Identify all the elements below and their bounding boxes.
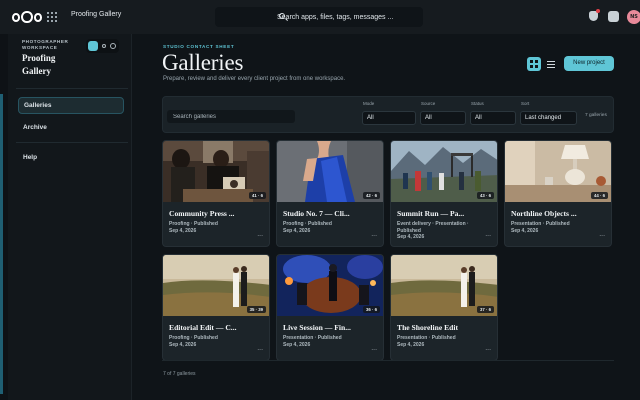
sidebar-item-archive[interactable]: Archive bbox=[18, 119, 124, 136]
gallery-meta: Proofing · Published bbox=[283, 221, 332, 227]
app-title[interactable]: Proofing Gallery bbox=[71, 11, 121, 18]
new-project-button[interactable]: New project bbox=[564, 56, 614, 71]
sidebar-divider bbox=[16, 88, 128, 89]
grid-view-icon[interactable] bbox=[527, 57, 541, 71]
gallery-card[interactable]: 42 · 6 Studio No. 7 — Cli... Proofing · … bbox=[276, 140, 384, 247]
more-options-icon[interactable]: ··· bbox=[257, 348, 263, 354]
view-toggle bbox=[526, 56, 560, 72]
gallery-card[interactable]: 35 · 39 Editorial Edit — C... Proofing ·… bbox=[162, 254, 270, 361]
sort-select[interactable]: Last changed bbox=[520, 111, 577, 125]
left-edge bbox=[0, 34, 8, 400]
gallery-title[interactable]: Studio No. 7 — Cli... bbox=[283, 209, 381, 218]
more-options-icon[interactable]: ··· bbox=[485, 348, 491, 354]
list-view-icon[interactable] bbox=[544, 57, 558, 71]
sun-icon[interactable] bbox=[102, 44, 106, 48]
image-count-badge: 42 · 6 bbox=[363, 192, 380, 199]
sort-label: Sort bbox=[521, 101, 530, 106]
source-filter-label: Source bbox=[421, 101, 436, 106]
gallery-title[interactable]: Community Press ... bbox=[169, 209, 267, 218]
gallery-meta: Presentation · Published bbox=[511, 221, 570, 227]
gallery-meta: Proofing · Published bbox=[169, 335, 218, 341]
gallery-card[interactable]: 37 · 6 The Shoreline Edit Presentation ·… bbox=[390, 254, 498, 361]
image-count-badge: 37 · 6 bbox=[477, 306, 494, 313]
moon-icon[interactable] bbox=[110, 43, 116, 49]
more-options-icon[interactable]: ··· bbox=[371, 234, 377, 240]
gallery-search-input[interactable] bbox=[167, 110, 295, 123]
apps-grid-icon[interactable] bbox=[47, 12, 57, 22]
image-count-badge: 35 · 39 bbox=[246, 306, 266, 313]
image-count-badge: 41 · 6 bbox=[249, 192, 266, 199]
gallery-title[interactable]: The Shoreline Edit bbox=[397, 323, 495, 332]
gallery-meta: Proofing · Published bbox=[169, 221, 218, 227]
notifications-icon[interactable] bbox=[589, 9, 600, 21]
search-icon bbox=[279, 13, 285, 19]
footer-gallery-count: 7 of 7 galleries bbox=[163, 371, 196, 377]
gallery-card[interactable]: 41 · 6 Community Press ... Proofing · Pu… bbox=[162, 140, 270, 247]
more-options-icon[interactable]: ··· bbox=[257, 234, 263, 240]
page-subtitle: Prepare, review and deliver every client… bbox=[163, 76, 346, 82]
gallery-date: Sep 4, 2026 bbox=[169, 342, 197, 348]
sidebar: PHOTOGRAPHER WORKSPACE Proofing Gallery … bbox=[8, 34, 132, 400]
theme-toggle[interactable] bbox=[86, 39, 119, 53]
gallery-date: Sep 4, 2026 bbox=[283, 228, 311, 234]
more-options-icon[interactable]: ··· bbox=[599, 234, 605, 240]
gallery-title[interactable]: Editorial Edit — C... bbox=[169, 323, 267, 332]
sidebar-divider bbox=[16, 142, 128, 143]
source-filter-select[interactable]: All bbox=[420, 111, 466, 125]
more-options-icon[interactable]: ··· bbox=[485, 234, 491, 240]
mode-filter-select[interactable]: All bbox=[362, 111, 416, 125]
gallery-date: Sep 4, 2026 bbox=[169, 228, 197, 234]
app-logo-icon[interactable] bbox=[12, 10, 42, 24]
gallery-meta: Presentation · Published bbox=[283, 335, 342, 341]
gallery-title[interactable]: Northline Objects ... bbox=[511, 209, 609, 218]
gallery-meta: Presentation · Published bbox=[397, 335, 456, 341]
page-eyebrow: STUDIO CONTACT SHEET bbox=[163, 44, 235, 49]
more-options-icon[interactable]: ··· bbox=[371, 348, 377, 354]
status-filter-label: Status bbox=[471, 101, 484, 106]
filter-panel: Mode All Source All Status All Sort Last… bbox=[162, 96, 614, 133]
page-title: Galleries bbox=[162, 50, 244, 75]
gallery-date: Sep 4, 2026 bbox=[397, 342, 425, 348]
gallery-date: Sep 4, 2026 bbox=[283, 342, 311, 348]
global-search-placeholder: Search apps, files, tags, messages ... bbox=[277, 13, 394, 21]
gallery-card[interactable]: 44 · 6 Northline Objects ... Presentatio… bbox=[504, 140, 612, 247]
top-bar: Proofing Gallery Search apps, files, tag… bbox=[0, 0, 640, 34]
gallery-title[interactable]: Summit Run — Pa... bbox=[397, 209, 495, 218]
gallery-card[interactable]: 36 · 6 Live Session — Fin... Presentatio… bbox=[276, 254, 384, 361]
gallery-title[interactable]: Live Session — Fin... bbox=[283, 323, 381, 332]
gallery-card[interactable]: 43 · 6 Summit Run — Pa... Event delivery… bbox=[390, 140, 498, 247]
gallery-date: Sep 4, 2026 bbox=[511, 228, 539, 234]
workspace-caption: PHOTOGRAPHER WORKSPACE bbox=[22, 39, 69, 50]
global-search[interactable]: Search apps, files, tags, messages ... bbox=[215, 7, 423, 27]
sidebar-item-galleries[interactable]: Galleries bbox=[18, 97, 124, 114]
gallery-count-label: 7 galleries bbox=[585, 113, 607, 118]
workspace-name: Proofing Gallery bbox=[22, 53, 56, 76]
status-filter-select[interactable]: All bbox=[470, 111, 516, 125]
mode-filter-label: Mode bbox=[363, 101, 375, 106]
sidebar-item-help[interactable]: Help bbox=[18, 149, 124, 166]
contacts-icon[interactable] bbox=[608, 11, 619, 22]
image-count-badge: 44 · 6 bbox=[591, 192, 608, 199]
gallery-meta: Event delivery · Presentation · Publishe… bbox=[397, 221, 469, 234]
footer-divider bbox=[162, 360, 614, 361]
theme-toggle-knob bbox=[88, 41, 98, 51]
image-count-badge: 43 · 6 bbox=[477, 192, 494, 199]
user-avatar[interactable]: NS bbox=[627, 10, 640, 24]
gallery-date: Sep 4, 2026 bbox=[397, 234, 425, 240]
image-count-badge: 36 · 6 bbox=[363, 306, 380, 313]
main-content: STUDIO CONTACT SHEET Galleries Prepare, … bbox=[132, 34, 640, 400]
